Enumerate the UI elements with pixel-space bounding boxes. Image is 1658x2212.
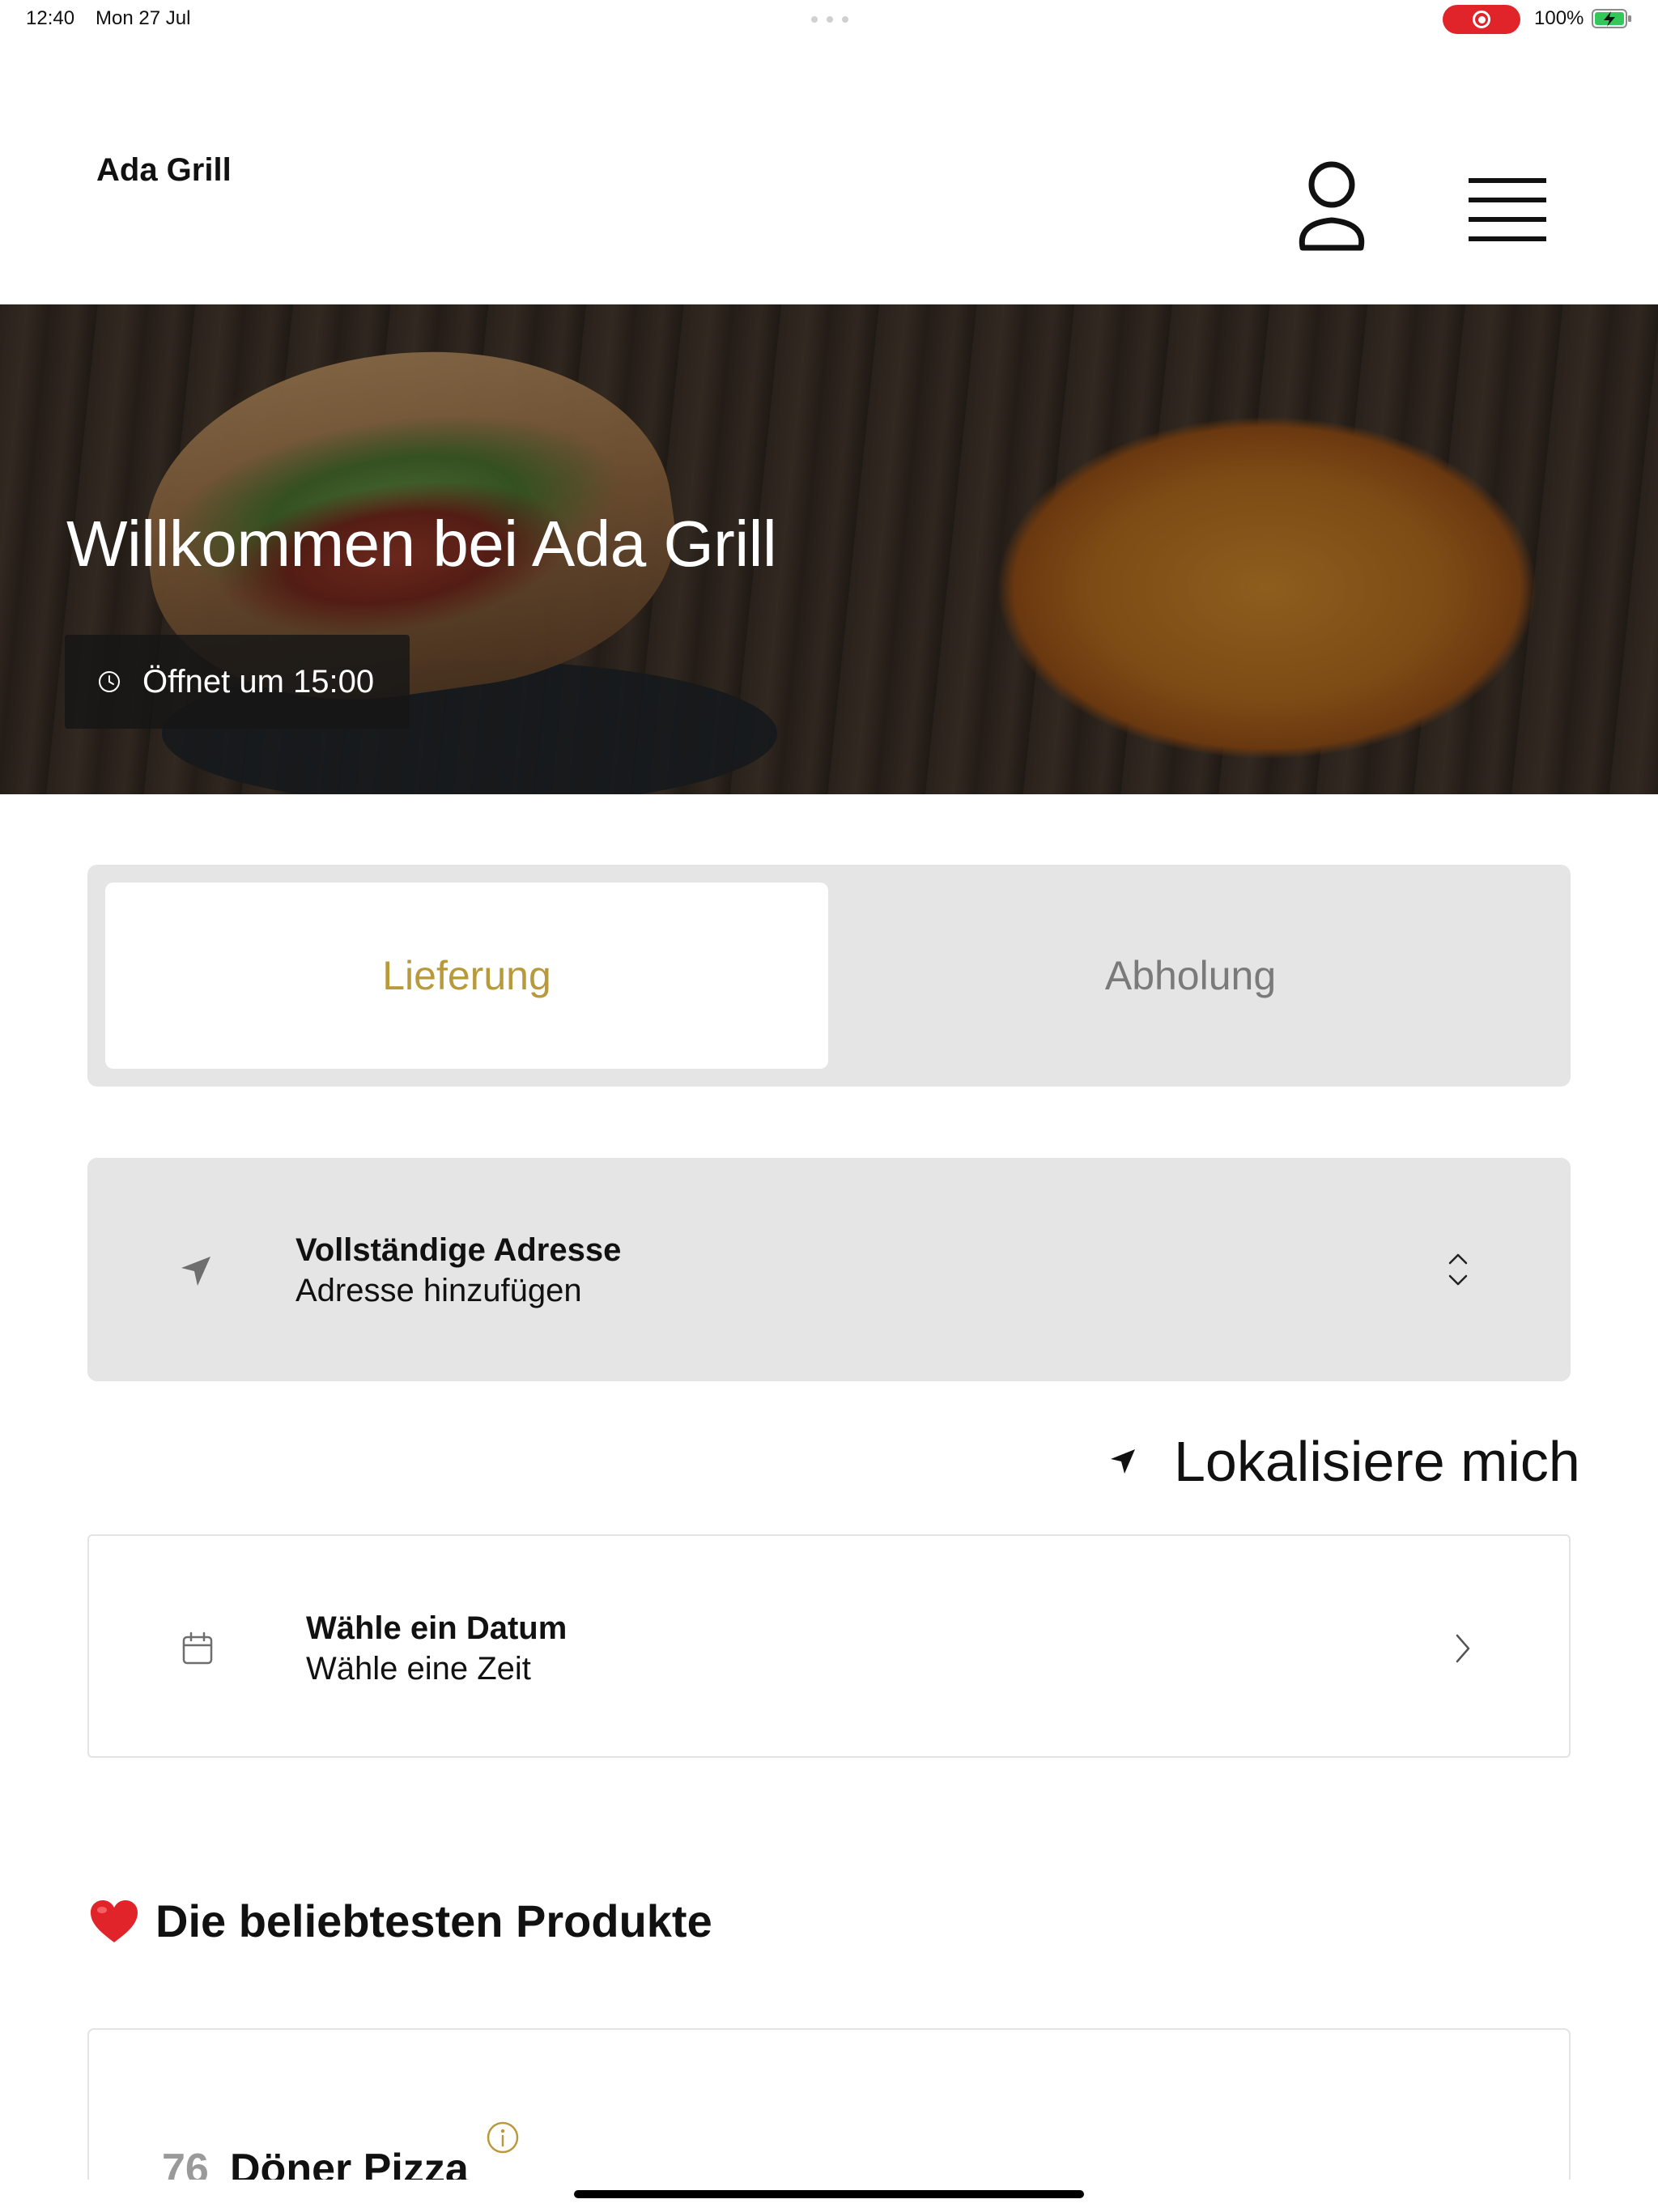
address-selector[interactable]: Vollständige Adresse Adresse hinzufügen (87, 1158, 1571, 1381)
address-placeholder: Adresse hinzufügen (295, 1273, 582, 1308)
locate-me-label: Lokalisiere mich (1174, 1430, 1580, 1493)
order-mode-toggle: Lieferung Abholung (87, 865, 1571, 1087)
location-arrow-icon (181, 1257, 210, 1286)
opening-hours-text: Öffnet um 15:00 (142, 663, 375, 700)
tab-delivery[interactable]: Lieferung (105, 883, 828, 1069)
locate-me-button[interactable]: Lokalisiere mich (1109, 1429, 1580, 1494)
popular-products-heading: Die beliebtesten Produkte (89, 1895, 712, 1947)
battery-charging-icon (1592, 9, 1631, 28)
tab-pickup[interactable]: Abholung (828, 883, 1553, 1069)
time-placeholder: Wähle eine Zeit (306, 1651, 531, 1687)
app-header: Ada Grill (0, 39, 1658, 304)
popular-products-title: Die beliebtesten Produkte (155, 1895, 712, 1946)
address-title: Vollständige Adresse (295, 1232, 622, 1268)
hero-title: Willkommen bei Ada Grill (66, 508, 777, 580)
status-date: Mon 27 Jul (96, 7, 191, 29)
info-icon[interactable] (486, 2121, 520, 2155)
date-time-selector[interactable]: Wähle ein Datum Wähle eine Zeit (87, 1534, 1571, 1758)
calendar-icon (182, 1631, 213, 1665)
brand-name[interactable]: Ada Grill (96, 152, 232, 189)
chevron-right-icon (1456, 1634, 1470, 1663)
multitasking-dots[interactable] (811, 16, 848, 23)
hero-banner: Willkommen bei Ada Grill Öffnet um 15:00 (0, 304, 1658, 794)
battery-percent: 100% (1534, 7, 1584, 29)
status-time: 12:40 (26, 7, 75, 29)
location-arrow-icon (1111, 1449, 1135, 1474)
hamburger-menu-icon[interactable] (1467, 175, 1548, 248)
screen-recording-indicator[interactable] (1443, 5, 1520, 34)
user-icon[interactable] (1291, 160, 1372, 257)
home-indicator[interactable] (574, 2190, 1084, 2198)
status-bar: 12:40 Mon 27 Jul 100% (0, 0, 1658, 39)
chevron-up-down-icon (1448, 1253, 1468, 1286)
clock-icon (99, 671, 120, 692)
date-title: Wähle ein Datum (306, 1610, 568, 1646)
heart-icon (91, 1899, 138, 1942)
opening-hours-badge: Öffnet um 15:00 (65, 635, 410, 729)
